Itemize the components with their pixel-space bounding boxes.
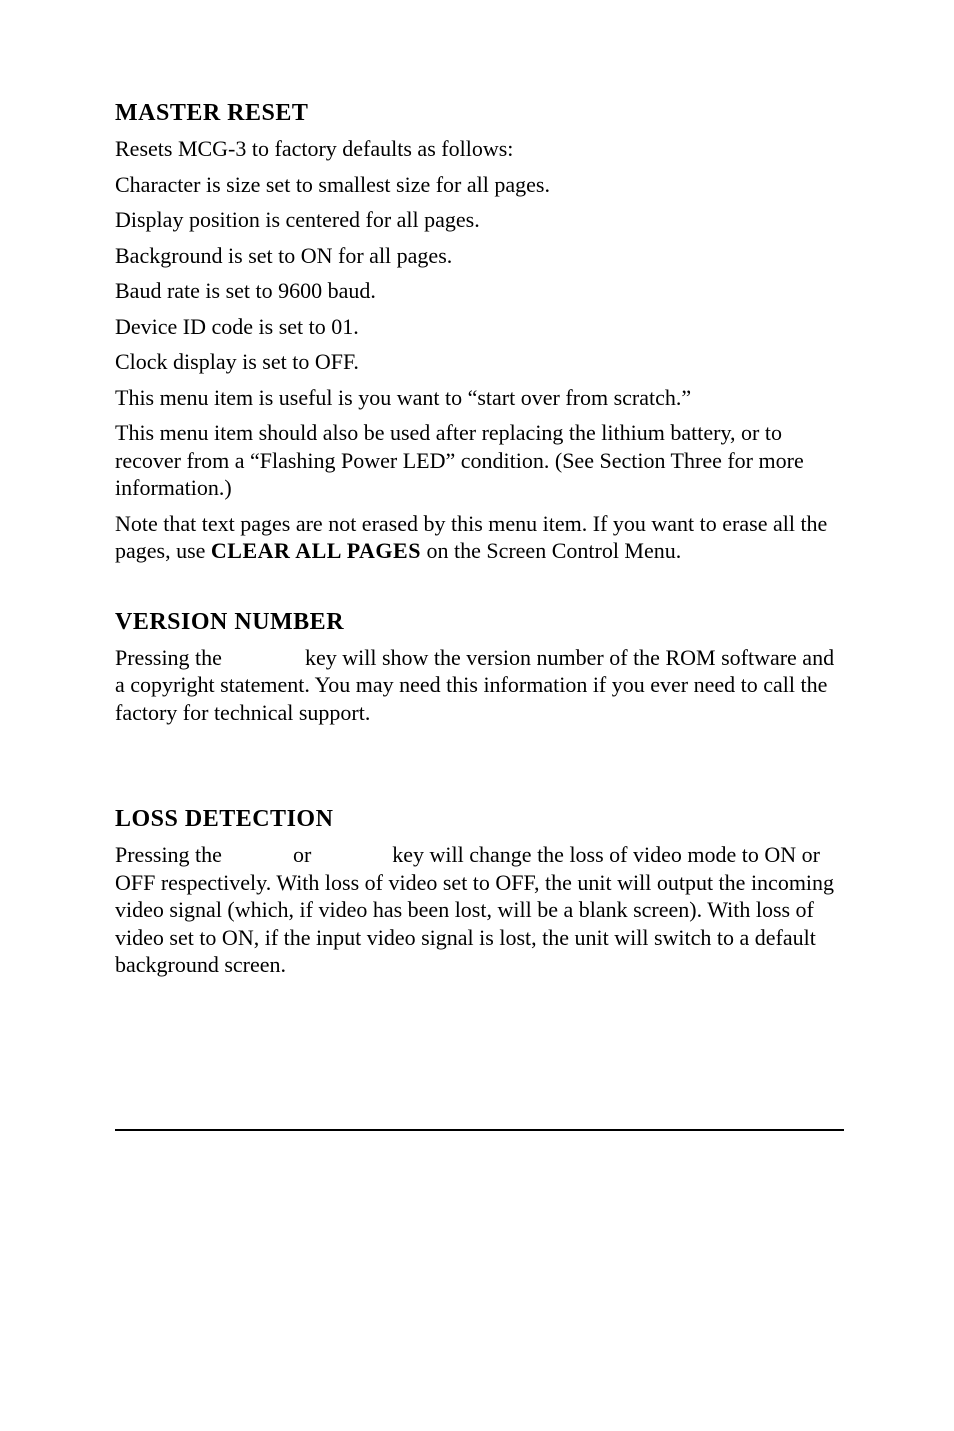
body-text: Resets MCG-3 to factory defaults as foll… xyxy=(115,135,844,163)
body-text: Clock display is set to OFF. xyxy=(115,348,844,376)
heading-master-reset: MASTER RESET xyxy=(115,100,844,127)
body-text: Character is size set to smallest size f… xyxy=(115,171,844,199)
text-run: Pressing the xyxy=(115,645,227,670)
body-text: This menu item should also be used after… xyxy=(115,419,844,502)
body-text: Background is set to ON for all pages. xyxy=(115,242,844,270)
body-text: Pressing the key will show the version n… xyxy=(115,644,844,727)
section-loss-detection: LOSS DETECTION Pressing the or key will … xyxy=(115,806,844,979)
section-master-reset: MASTER RESET Resets MCG-3 to factory def… xyxy=(115,100,844,565)
heading-version-number: VERSION NUMBER xyxy=(115,609,844,636)
body-text: Device ID code is set to 01. xyxy=(115,313,844,341)
body-text: This menu item is useful is you want to … xyxy=(115,384,844,412)
page-content: MASTER RESET Resets MCG-3 to factory def… xyxy=(0,0,954,1131)
heading-loss-detection: LOSS DETECTION xyxy=(115,806,844,833)
command-clear-all-pages: CLEAR ALL PAGES xyxy=(211,538,421,563)
text-run: on the Screen Control Menu. xyxy=(421,538,681,563)
footer-rule xyxy=(115,1129,844,1131)
body-text: Note that text pages are not erased by t… xyxy=(115,510,844,565)
body-text: Display position is centered for all pag… xyxy=(115,206,844,234)
section-version-number: VERSION NUMBER Pressing the key will sho… xyxy=(115,609,844,727)
body-text: Pressing the or key will change the loss… xyxy=(115,841,844,979)
text-run: or xyxy=(287,842,316,867)
body-text: Baud rate is set to 9600 baud. xyxy=(115,277,844,305)
text-run: Pressing the xyxy=(115,842,227,867)
